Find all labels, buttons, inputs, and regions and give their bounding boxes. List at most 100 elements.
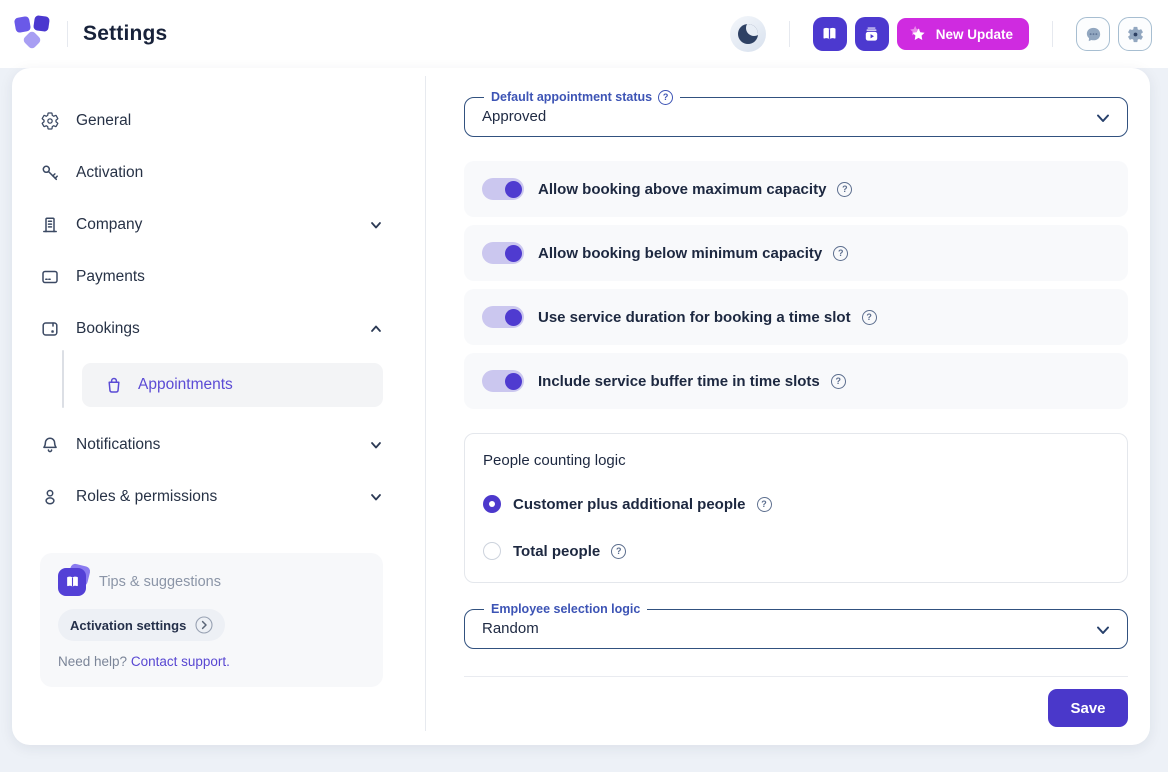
sub-item-tree-line: [62, 350, 64, 408]
tips-suggestions-box: Tips & suggestions Activation settings N…: [40, 553, 383, 687]
user-icon: [40, 487, 60, 507]
arrow-right-circle-icon: [195, 616, 213, 634]
select-floating-label: Default appointment status: [484, 89, 680, 106]
settings-page: Settings New Update: [0, 0, 1168, 772]
toggle-label: Allow booking above maximum capacity: [538, 181, 826, 198]
sidebar-item-bookings[interactable]: Bookings: [40, 303, 383, 355]
logo-shape: [33, 15, 50, 32]
integrations-button[interactable]: [1118, 17, 1152, 51]
help-icon[interactable]: [833, 246, 848, 261]
gear-icon: [40, 111, 60, 131]
video-icon: [862, 25, 881, 44]
appointments-settings-panel: Default appointment status Approved Allo…: [425, 68, 1150, 745]
help-icon[interactable]: [757, 497, 772, 512]
sidebar-item-activation[interactable]: Activation: [40, 147, 383, 199]
header-actions: New Update: [730, 16, 1152, 52]
header-divider: [789, 21, 790, 47]
building-icon: [40, 215, 60, 235]
select-floating-label: Employee selection logic: [484, 601, 647, 618]
sidebar-item-label: Notifications: [76, 436, 160, 454]
sidebar-item-roles-permissions[interactable]: Roles & permissions: [40, 471, 383, 523]
sidebar-lower-group: Notifications Roles & permissions: [12, 419, 425, 523]
bell-icon: [40, 435, 60, 455]
sidebar-item-label: Bookings: [76, 320, 140, 338]
help-icon[interactable]: [611, 544, 626, 559]
toggle-switch[interactable]: [482, 306, 524, 328]
save-row: Save: [464, 689, 1128, 727]
radio-button[interactable]: [483, 495, 501, 513]
header-divider: [67, 21, 68, 47]
sidebar-item-notifications[interactable]: Notifications: [40, 419, 383, 471]
bag-icon: [104, 375, 124, 395]
sidebar-item-label: Activation: [76, 164, 143, 182]
radio-button[interactable]: [483, 542, 501, 560]
sidebar-item-label: Appointments: [138, 376, 233, 394]
sidebar-item-appointments[interactable]: Appointments: [82, 363, 383, 407]
page-title: Settings: [83, 22, 167, 46]
toggle-row: Include service buffer time in time slot…: [464, 353, 1128, 409]
shortcut-label: Activation settings: [70, 618, 186, 633]
help-icon[interactable]: [837, 182, 852, 197]
new-update-label: New Update: [936, 27, 1013, 42]
need-help-text: Need help? Contact support.: [58, 654, 365, 669]
gear-icon: [1126, 25, 1145, 44]
logo-shape: [14, 16, 31, 33]
key-icon: [40, 163, 60, 183]
sidebar-item-payments[interactable]: Payments: [40, 251, 383, 303]
radio-label: Total people: [513, 543, 600, 560]
people-counting-logic-box: People counting logic Customer plus addi…: [464, 433, 1128, 583]
credit-card-icon: [40, 267, 60, 287]
chat-support-button[interactable]: [1076, 17, 1110, 51]
chevron-up-icon: [369, 322, 383, 336]
help-icon[interactable]: [862, 310, 877, 325]
default-appointment-status-select[interactable]: Default appointment status Approved: [464, 97, 1128, 137]
header-divider: [1052, 21, 1053, 47]
video-tutorials-button[interactable]: [855, 17, 889, 51]
chevron-down-icon: [1094, 109, 1112, 127]
chevron-down-icon: [369, 490, 383, 504]
chevron-down-icon: [1094, 621, 1112, 639]
sidebar-item-label: Payments: [76, 268, 145, 286]
toggle-label: Allow booking below minimum capacity: [538, 245, 822, 262]
help-icon[interactable]: [831, 374, 846, 389]
radio-option[interactable]: Total people: [483, 542, 1109, 560]
sidebar-item-general[interactable]: General: [40, 95, 383, 147]
app-header: Settings New Update: [0, 0, 1168, 68]
toggle-label: Include service buffer time in time slot…: [538, 373, 820, 390]
help-icon[interactable]: [658, 90, 673, 105]
toggle-row: Allow booking above maximum capacity: [464, 161, 1128, 217]
contact-support-link[interactable]: Contact support.: [131, 654, 230, 669]
toggle-switch[interactable]: [482, 178, 524, 200]
footer-divider: [464, 676, 1128, 677]
activation-settings-shortcut[interactable]: Activation settings: [58, 609, 225, 641]
sidebar-item-label: Roles & permissions: [76, 488, 217, 506]
settings-card: General Activation Company: [12, 68, 1150, 745]
star-icon: [909, 25, 928, 44]
chat-bubble-icon: [1084, 25, 1103, 44]
settings-sidebar: General Activation Company: [12, 68, 425, 745]
moon-icon: [738, 24, 758, 44]
book-icon: [820, 25, 839, 44]
app-logo[interactable]: [14, 15, 52, 53]
toggle-switch[interactable]: [482, 242, 524, 264]
new-update-button[interactable]: New Update: [897, 18, 1029, 50]
documentation-button[interactable]: [813, 17, 847, 51]
chevron-down-icon: [369, 218, 383, 232]
radio-option[interactable]: Customer plus additional people: [483, 495, 1109, 513]
tips-header: Tips & suggestions: [58, 568, 365, 596]
radio-label: Customer plus additional people: [513, 496, 746, 513]
chevron-down-icon: [369, 438, 383, 452]
sidebar-item-company[interactable]: Company: [40, 199, 383, 251]
sidebar-item-label: Company: [76, 216, 142, 234]
tips-title: Tips & suggestions: [99, 574, 221, 590]
group-title: People counting logic: [483, 452, 1109, 469]
dark-mode-toggle-button[interactable]: [730, 16, 766, 52]
save-button[interactable]: Save: [1048, 689, 1128, 727]
toggle-row: Use service duration for booking a time …: [464, 289, 1128, 345]
book-icon: [58, 568, 86, 596]
employee-selection-logic-select[interactable]: Employee selection logic Random: [464, 609, 1128, 649]
toggle-switch[interactable]: [482, 370, 524, 392]
logo-shape: [22, 30, 42, 50]
booking-card-icon: [40, 319, 60, 339]
toggle-row: Allow booking below minimum capacity: [464, 225, 1128, 281]
